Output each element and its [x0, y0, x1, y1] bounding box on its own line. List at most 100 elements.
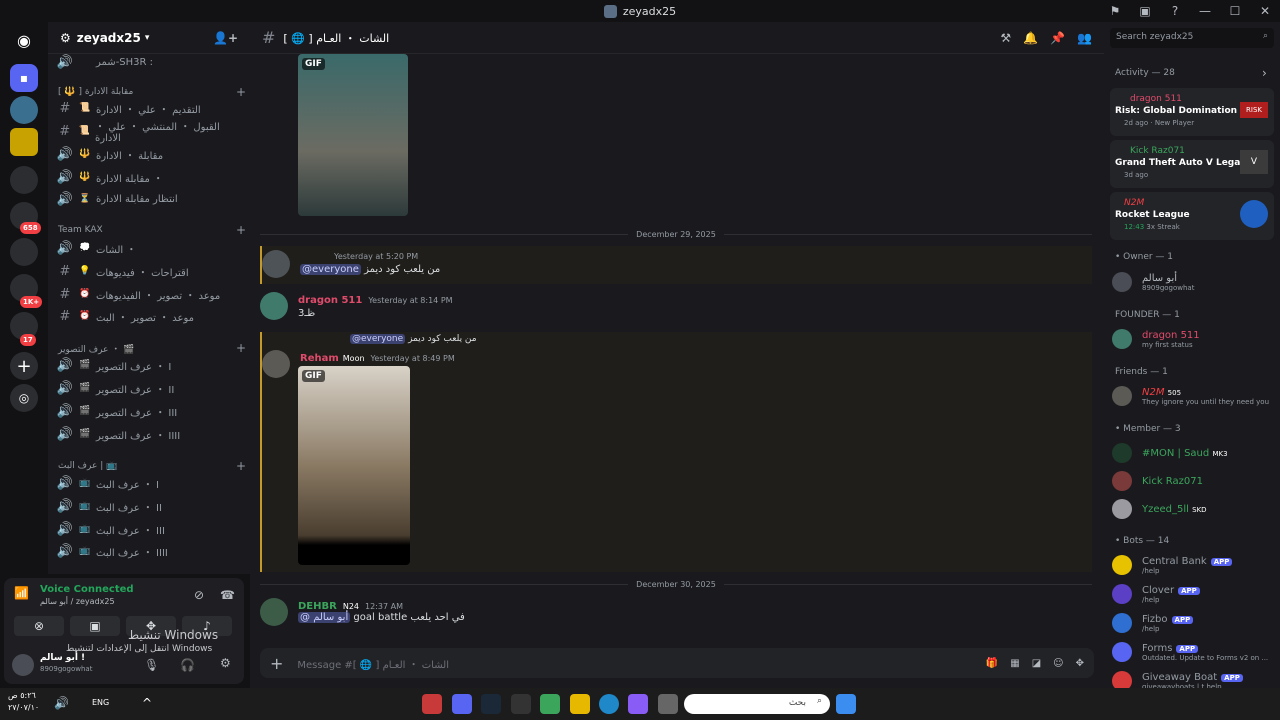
server-header[interactable]: ⚙ zeyadx25 ▾ 👤+ — [48, 22, 250, 54]
channel-item[interactable]: 🔊 📺 عرف البث ・ III — [56, 519, 244, 539]
notification-bell-icon[interactable]: 🔔 — [1023, 31, 1038, 45]
windows-start-icon[interactable] — [836, 694, 856, 714]
user-settings-gear-icon[interactable]: ⚙ — [220, 656, 231, 670]
channel-item[interactable]: 🔊 🎬 عرف التصوير ・ I — [56, 355, 244, 375]
gift-icon[interactable]: 🎁 — [986, 658, 998, 669]
member-list-icon[interactable]: 👥 — [1077, 31, 1092, 45]
maximize-button[interactable]: ☐ — [1220, 4, 1250, 18]
discover-icon[interactable]: ◎ — [10, 384, 38, 412]
disconnect-icon[interactable]: ☎ — [220, 588, 235, 602]
avatar[interactable] — [260, 598, 288, 626]
channel-item[interactable]: 🔊 🎬 عرف التصوير ・ II — [56, 378, 244, 398]
volume-icon[interactable]: 🔊 — [54, 696, 69, 710]
activity-card[interactable]: dragon 511 Risk: Global Domination 2d ag… — [1110, 88, 1274, 136]
edge-icon[interactable] — [599, 694, 619, 714]
message-dehbr[interactable]: DEHBR N24 12:37 AM @ أبو سالم goal battle … — [260, 594, 1092, 634]
threads-icon[interactable]: ⚒ — [1000, 31, 1011, 45]
inbox-icon[interactable]: ⚑ — [1100, 4, 1130, 18]
chevron-right-icon[interactable]: › — [1262, 66, 1267, 80]
monkey-gif[interactable]: GIF — [298, 54, 408, 216]
app-icon-3[interactable] — [540, 694, 560, 714]
activity-card[interactable]: N2M Rocket League 12:43 3x Streak — [1110, 192, 1274, 240]
gif-picker-icon[interactable]: ▦ — [1010, 658, 1019, 669]
reply-mention[interactable]: @everyone — [350, 334, 406, 344]
author-name[interactable]: DEHBR — [298, 601, 337, 612]
add-user-icon[interactable]: 👤+ — [213, 31, 238, 45]
user-mention[interactable]: @ أبو سالم — [298, 612, 351, 623]
message-dragon[interactable]: dragon 511 Yesterday at 8:14 PM ظـ3 — [260, 288, 1092, 328]
window-icon[interactable]: ▣ — [1130, 4, 1160, 18]
message-input[interactable]: Message #[ 🌐 ] الشات ・ العـام — [297, 656, 449, 671]
task-view-icon[interactable] — [658, 694, 678, 714]
chevron-up-icon[interactable]: ^ — [142, 696, 152, 710]
app-icon-2[interactable] — [511, 694, 531, 714]
channel-item[interactable]: 🔊 📺 عرف البث ・ I — [56, 473, 244, 493]
channel-item[interactable]: # 💡 اقتراحات ・ فيديوهات — [56, 261, 244, 281]
discord-taskbar-icon[interactable] — [452, 694, 472, 714]
screen-share-button[interactable]: ▣ — [70, 616, 120, 636]
pin-icon[interactable]: 📌 — [1050, 31, 1065, 45]
channel-item[interactable]: 🔊 💭 الشات ・ — [56, 238, 244, 258]
windows-search[interactable]: بحث ⌕ — [684, 694, 830, 714]
add-channel-icon[interactable]: + — [236, 85, 246, 99]
category-header[interactable]: Team KAX + — [58, 222, 246, 238]
message-everyone[interactable]: Yesterday at 5:20 PM @everyone من يلعب ك… — [260, 246, 1092, 284]
close-button[interactable]: ✕ — [1250, 4, 1280, 18]
member-founder[interactable]: dragon 511 my first status — [1112, 326, 1276, 352]
apps-icon[interactable]: ✥ — [1076, 658, 1084, 669]
add-channel-icon[interactable]: + — [236, 459, 246, 473]
bot-member[interactable]: Fizbo APP/help — [1112, 610, 1276, 636]
microphone-icon[interactable]: 🎙 — [144, 658, 159, 672]
headphones-icon[interactable]: 🎧 — [180, 658, 195, 672]
everyone-mention[interactable]: @everyone — [300, 264, 361, 275]
avatar[interactable] — [262, 350, 290, 378]
channel-item[interactable]: 🔊 📺 عرف البث ・ II — [56, 496, 244, 516]
copilot-icon[interactable] — [628, 694, 648, 714]
add-channel-icon[interactable]: + — [236, 223, 246, 237]
language-indicator[interactable]: ENG — [92, 698, 109, 707]
app-icon[interactable] — [422, 694, 442, 714]
channel-item[interactable]: # 📜 التقديم ・ علي ・ الادارة — [56, 98, 244, 118]
steam-icon[interactable] — [481, 694, 501, 714]
author-name[interactable]: dragon 511 — [298, 295, 362, 306]
server-icon-2[interactable] — [10, 128, 38, 156]
channel-item[interactable]: # ⏰ موعد ・ تصوير ・ الفيديوهات — [56, 284, 244, 304]
direct-messages-icon[interactable]: ▪ — [10, 64, 38, 92]
channel-item[interactable]: # ⏰ موعد ・ تصوير ・ البث — [56, 306, 244, 326]
server-folder-icon[interactable] — [10, 166, 38, 194]
user-avatar[interactable] — [12, 654, 34, 676]
emoji-icon[interactable]: ☺ — [1053, 658, 1063, 669]
bot-member[interactable]: Clover APP/help — [1112, 581, 1276, 607]
bot-member[interactable]: Central Bank APP/help — [1112, 552, 1276, 578]
avatar[interactable] — [262, 250, 290, 278]
channel-item[interactable]: 🔊 ⏳ انتظار مقابلة الادارة — [56, 189, 244, 209]
search-input[interactable]: Search zeyadx25 ⌕ — [1110, 28, 1274, 48]
channel-item[interactable]: 🔊 🎬 عرف التصوير ・ III — [56, 401, 244, 421]
cat-gif[interactable]: GIF — [298, 366, 410, 565]
add-attachment-icon[interactable]: + — [270, 654, 283, 673]
channel-item[interactable]: 🔊 🎬 عرف التصوير ・ IIII — [56, 424, 244, 444]
member-row[interactable]: Yzeed_5ll SKD — [1112, 496, 1276, 522]
member-row[interactable]: Kick Raz071 — [1112, 468, 1276, 494]
channel-item[interactable]: 🔊 🔱 مقابلة ・ الادارة — [56, 144, 244, 164]
message-composer[interactable]: + Message #[ 🌐 ] الشات ・ العـام 🎁 ▦ ◪ ☺ … — [260, 648, 1094, 678]
bot-member[interactable]: Forms APP Outdated. Update to Forms v2 on … — [1112, 639, 1276, 665]
minimize-button[interactable]: — — [1190, 4, 1220, 18]
sticker-icon[interactable]: ◪ — [1032, 658, 1041, 669]
add-server-icon[interactable]: + — [10, 352, 38, 380]
discord-home-icon[interactable]: ◉ — [10, 26, 38, 54]
add-channel-icon[interactable]: + — [236, 341, 246, 355]
avatar[interactable] — [260, 292, 288, 320]
camera-button[interactable]: ⊗ — [14, 616, 64, 636]
channel-item[interactable]: # 📜 القبول ・ المنتشي ・ علي ・ الادارة — [56, 121, 244, 144]
activity-card[interactable]: Kick Raz071 Grand Theft Auto V Legacy 3d… — [1110, 140, 1274, 188]
channel-item[interactable]: 🔊 📺 عرف البث ・ IIII — [56, 541, 244, 561]
noise-suppression-icon[interactable]: ⊘ — [194, 588, 204, 602]
help-icon[interactable]: ? — [1160, 4, 1190, 18]
channel-item[interactable]: 🔊 🔱 مقابلة الادارة ・ — [56, 167, 244, 187]
server-folder-icon-3[interactable] — [10, 238, 38, 266]
author-name[interactable]: Reham — [300, 353, 339, 364]
category-header[interactable]: عرف التصوير ・ 🎬 + — [58, 340, 246, 356]
category-header[interactable]: عرف البث | 📺 + — [58, 458, 246, 474]
clock[interactable]: ٥:٢٦ ص ٢٧/٠٧/١٠ — [8, 690, 39, 714]
